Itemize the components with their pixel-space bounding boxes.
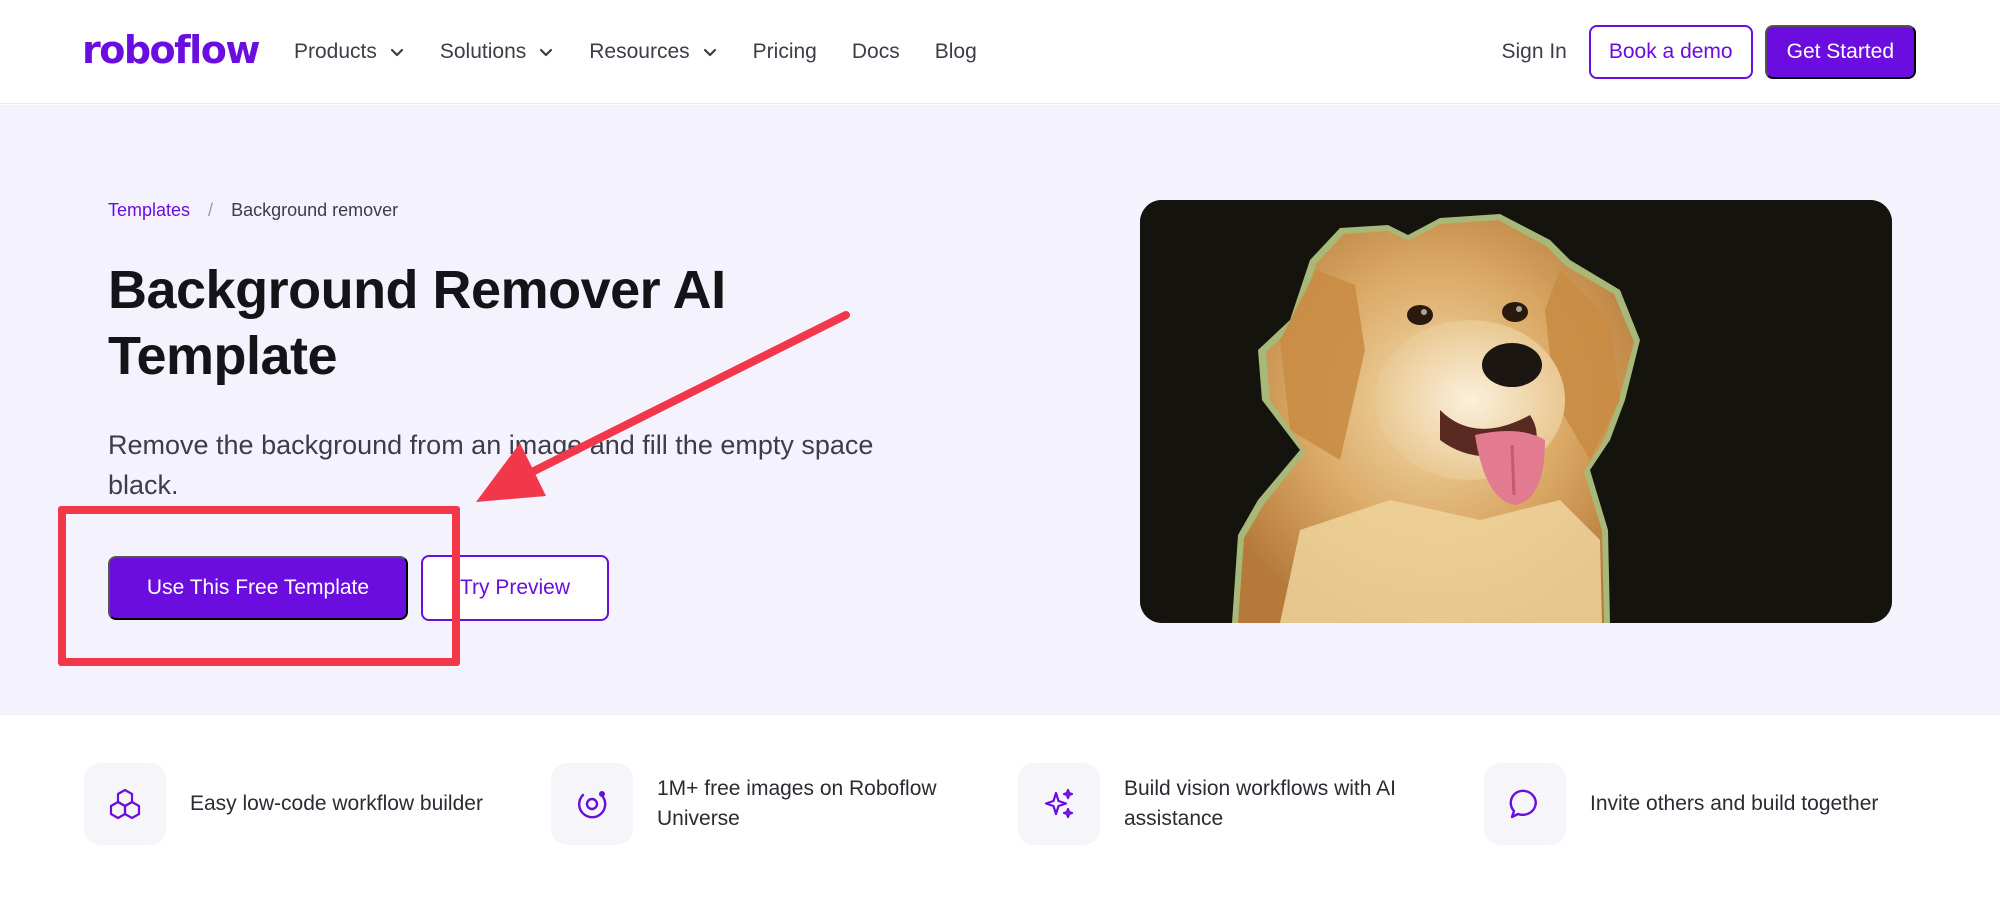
chat-bubble-icon	[1484, 763, 1566, 845]
nav-actions: Sign In Book a demo Get Started	[1501, 25, 1916, 79]
feature-text: Easy low-code workflow builder	[190, 792, 483, 815]
feature-text: 1M+ free images on Roboflow Universe	[657, 777, 937, 830]
top-navbar: roboflow Products Solutions Resources Pr…	[0, 0, 2000, 104]
nav-item-resources[interactable]: Resources	[589, 40, 717, 64]
sparkles-icon	[1018, 763, 1100, 845]
page-title: Background Remover AI Template	[108, 260, 726, 386]
nav-item-label: Solutions	[439, 40, 527, 63]
nav-item-label: Blog	[934, 40, 977, 63]
feature-item: Easy low-code workflow builder	[84, 763, 520, 845]
annotation-highlight-box	[58, 506, 460, 666]
breadcrumb-templates-link[interactable]: Templates	[108, 200, 190, 221]
roboflow-logo[interactable]: roboflow	[82, 28, 260, 72]
dog-preview-image	[1140, 200, 1892, 623]
book-demo-button[interactable]: Book a demo	[1588, 25, 1753, 79]
nav-item-solutions[interactable]: Solutions	[440, 40, 554, 64]
nav-item-label: Docs	[851, 40, 900, 63]
chevron-down-icon	[540, 48, 553, 57]
nav-item-label: Products	[294, 40, 377, 63]
features-row: Easy low-code workflow builder 1M+ free …	[0, 715, 2000, 911]
nav-item-products[interactable]: Products	[294, 40, 405, 64]
nav-item-docs[interactable]: Docs	[852, 40, 900, 64]
sign-in-link[interactable]: Sign In	[1501, 40, 1566, 64]
feature-item: Build vision workflows with AI assistanc…	[1018, 763, 1434, 845]
cubes-icon	[84, 763, 166, 845]
nav-item-label: Pricing	[752, 40, 817, 63]
get-started-button[interactable]: Get Started	[1764, 25, 1916, 79]
chevron-down-icon	[703, 48, 716, 57]
page-subtitle: Remove the background from an image and …	[108, 430, 874, 500]
feature-item: Invite others and build together	[1484, 763, 1910, 845]
breadcrumb-separator: /	[208, 200, 214, 220]
breadcrumb: Templates / Background remover	[108, 200, 398, 221]
nav-item-pricing[interactable]: Pricing	[753, 40, 817, 64]
breadcrumb-current: Background remover	[231, 200, 399, 220]
feature-text: Build vision workflows with AI assistanc…	[1124, 777, 1396, 830]
chevron-down-icon	[390, 48, 403, 57]
feature-item: 1M+ free images on Roboflow Universe	[551, 763, 967, 845]
golden-retriever-illustration	[1140, 200, 1892, 623]
universe-icon	[551, 763, 633, 845]
nav-item-label: Resources	[589, 40, 690, 63]
feature-text: Invite others and build together	[1590, 792, 1879, 815]
nav-item-blog[interactable]: Blog	[935, 40, 977, 64]
nav-links: Products Solutions Resources Pricing Doc…	[294, 0, 1012, 104]
